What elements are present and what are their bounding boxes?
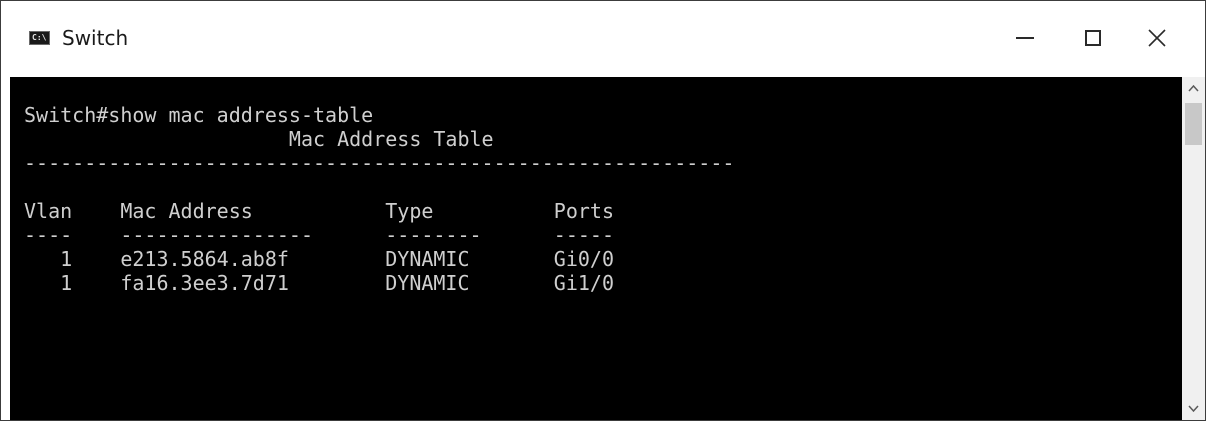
scroll-up-button[interactable] — [1182, 77, 1205, 99]
maximize-icon — [1085, 30, 1101, 46]
console-output[interactable]: Switch#show mac address-table Mac Addres… — [10, 77, 1182, 420]
scroll-thumb[interactable] — [1185, 103, 1202, 145]
minimize-icon — [1016, 37, 1034, 39]
chevron-up-icon — [1188, 84, 1199, 92]
vertical-scrollbar[interactable] — [1182, 77, 1205, 420]
minimize-button[interactable] — [1001, 11, 1049, 65]
console-text: Switch#show mac address-table Mac Addres… — [24, 103, 734, 295]
console-line: Switch#show mac address-table — [24, 103, 374, 127]
console-line: Vlan Mac Address Type Ports — [24, 199, 615, 223]
maximize-button[interactable] — [1069, 11, 1117, 65]
console-window: Switch Switch#show mac address-table Mac… — [0, 0, 1206, 421]
console-line: Mac Address Table — [24, 127, 494, 151]
console-line: 1 e213.5864.ab8f DYNAMIC Gi0/0 — [24, 247, 615, 271]
title-bar[interactable]: Switch — [1, 1, 1205, 77]
scroll-down-button[interactable] — [1182, 398, 1205, 420]
console-icon — [29, 31, 50, 45]
console-line: ---- ---------------- -------- ----- — [24, 223, 615, 247]
chevron-down-icon — [1188, 405, 1199, 413]
close-icon — [1148, 29, 1166, 47]
window-title: Switch — [62, 26, 129, 50]
close-button[interactable] — [1133, 11, 1181, 65]
console-line: 1 fa16.3ee3.7d71 DYNAMIC Gi1/0 — [24, 271, 615, 295]
console-line: ----------------------------------------… — [24, 151, 735, 175]
